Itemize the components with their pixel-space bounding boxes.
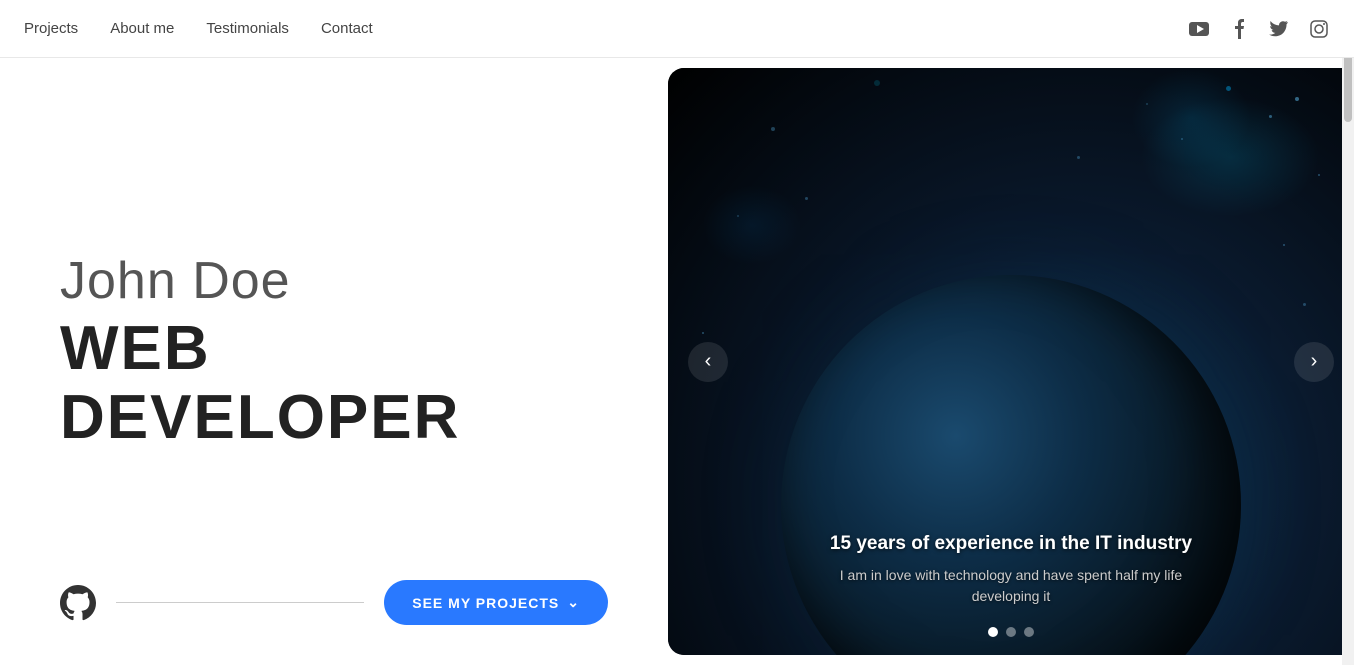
carousel-prev-button[interactable]: ‹ xyxy=(688,342,728,382)
main-layout: John Doe WEB DEVELOPER SEE MY PROJECTS ⌄ xyxy=(0,0,1354,665)
hero-bottom: SEE MY PROJECTS ⌄ xyxy=(60,580,608,625)
nav-testimonials[interactable]: Testimonials xyxy=(206,20,289,37)
github-icon[interactable] xyxy=(60,585,96,621)
see-projects-button[interactable]: SEE MY PROJECTS ⌄ xyxy=(384,580,608,625)
nav-social xyxy=(1188,18,1330,40)
youtube-icon[interactable] xyxy=(1188,18,1210,40)
twitter-icon[interactable] xyxy=(1268,18,1290,40)
cta-chevron-icon: ⌄ xyxy=(567,594,580,611)
carousel-caption: 15 years of experience in the IT industr… xyxy=(668,533,1354,607)
carousel-caption-text: I am in love with technology and have sp… xyxy=(668,565,1354,607)
instagram-icon[interactable] xyxy=(1308,18,1330,40)
carousel-dots xyxy=(988,627,1034,637)
cta-label: SEE MY PROJECTS xyxy=(412,595,559,611)
divider-line xyxy=(116,602,364,603)
facebook-icon[interactable] xyxy=(1228,18,1250,40)
carousel-dot-3[interactable] xyxy=(1024,627,1034,637)
carousel-prev-icon: ‹ xyxy=(705,350,712,373)
nav-about[interactable]: About me xyxy=(110,20,174,37)
carousel-caption-title: 15 years of experience in the IT industr… xyxy=(668,533,1354,555)
left-panel: John Doe WEB DEVELOPER SEE MY PROJECTS ⌄ xyxy=(0,58,668,665)
carousel-next-icon: › xyxy=(1311,350,1318,373)
nav-projects[interactable]: Projects xyxy=(24,20,78,37)
hero-title: WEB DEVELOPER xyxy=(60,315,608,451)
carousel-dot-2[interactable] xyxy=(1006,627,1016,637)
hero-name: John Doe xyxy=(60,251,608,311)
carousel-dot-1[interactable] xyxy=(988,627,998,637)
carousel-next-button[interactable]: › xyxy=(1294,342,1334,382)
carousel-panel: ‹ › 15 years of experience in the IT ind… xyxy=(668,68,1354,655)
nav-contact[interactable]: Contact xyxy=(321,20,373,37)
navbar: Projects About me Testimonials Contact xyxy=(0,0,1354,58)
nav-links: Projects About me Testimonials Contact xyxy=(24,20,373,37)
